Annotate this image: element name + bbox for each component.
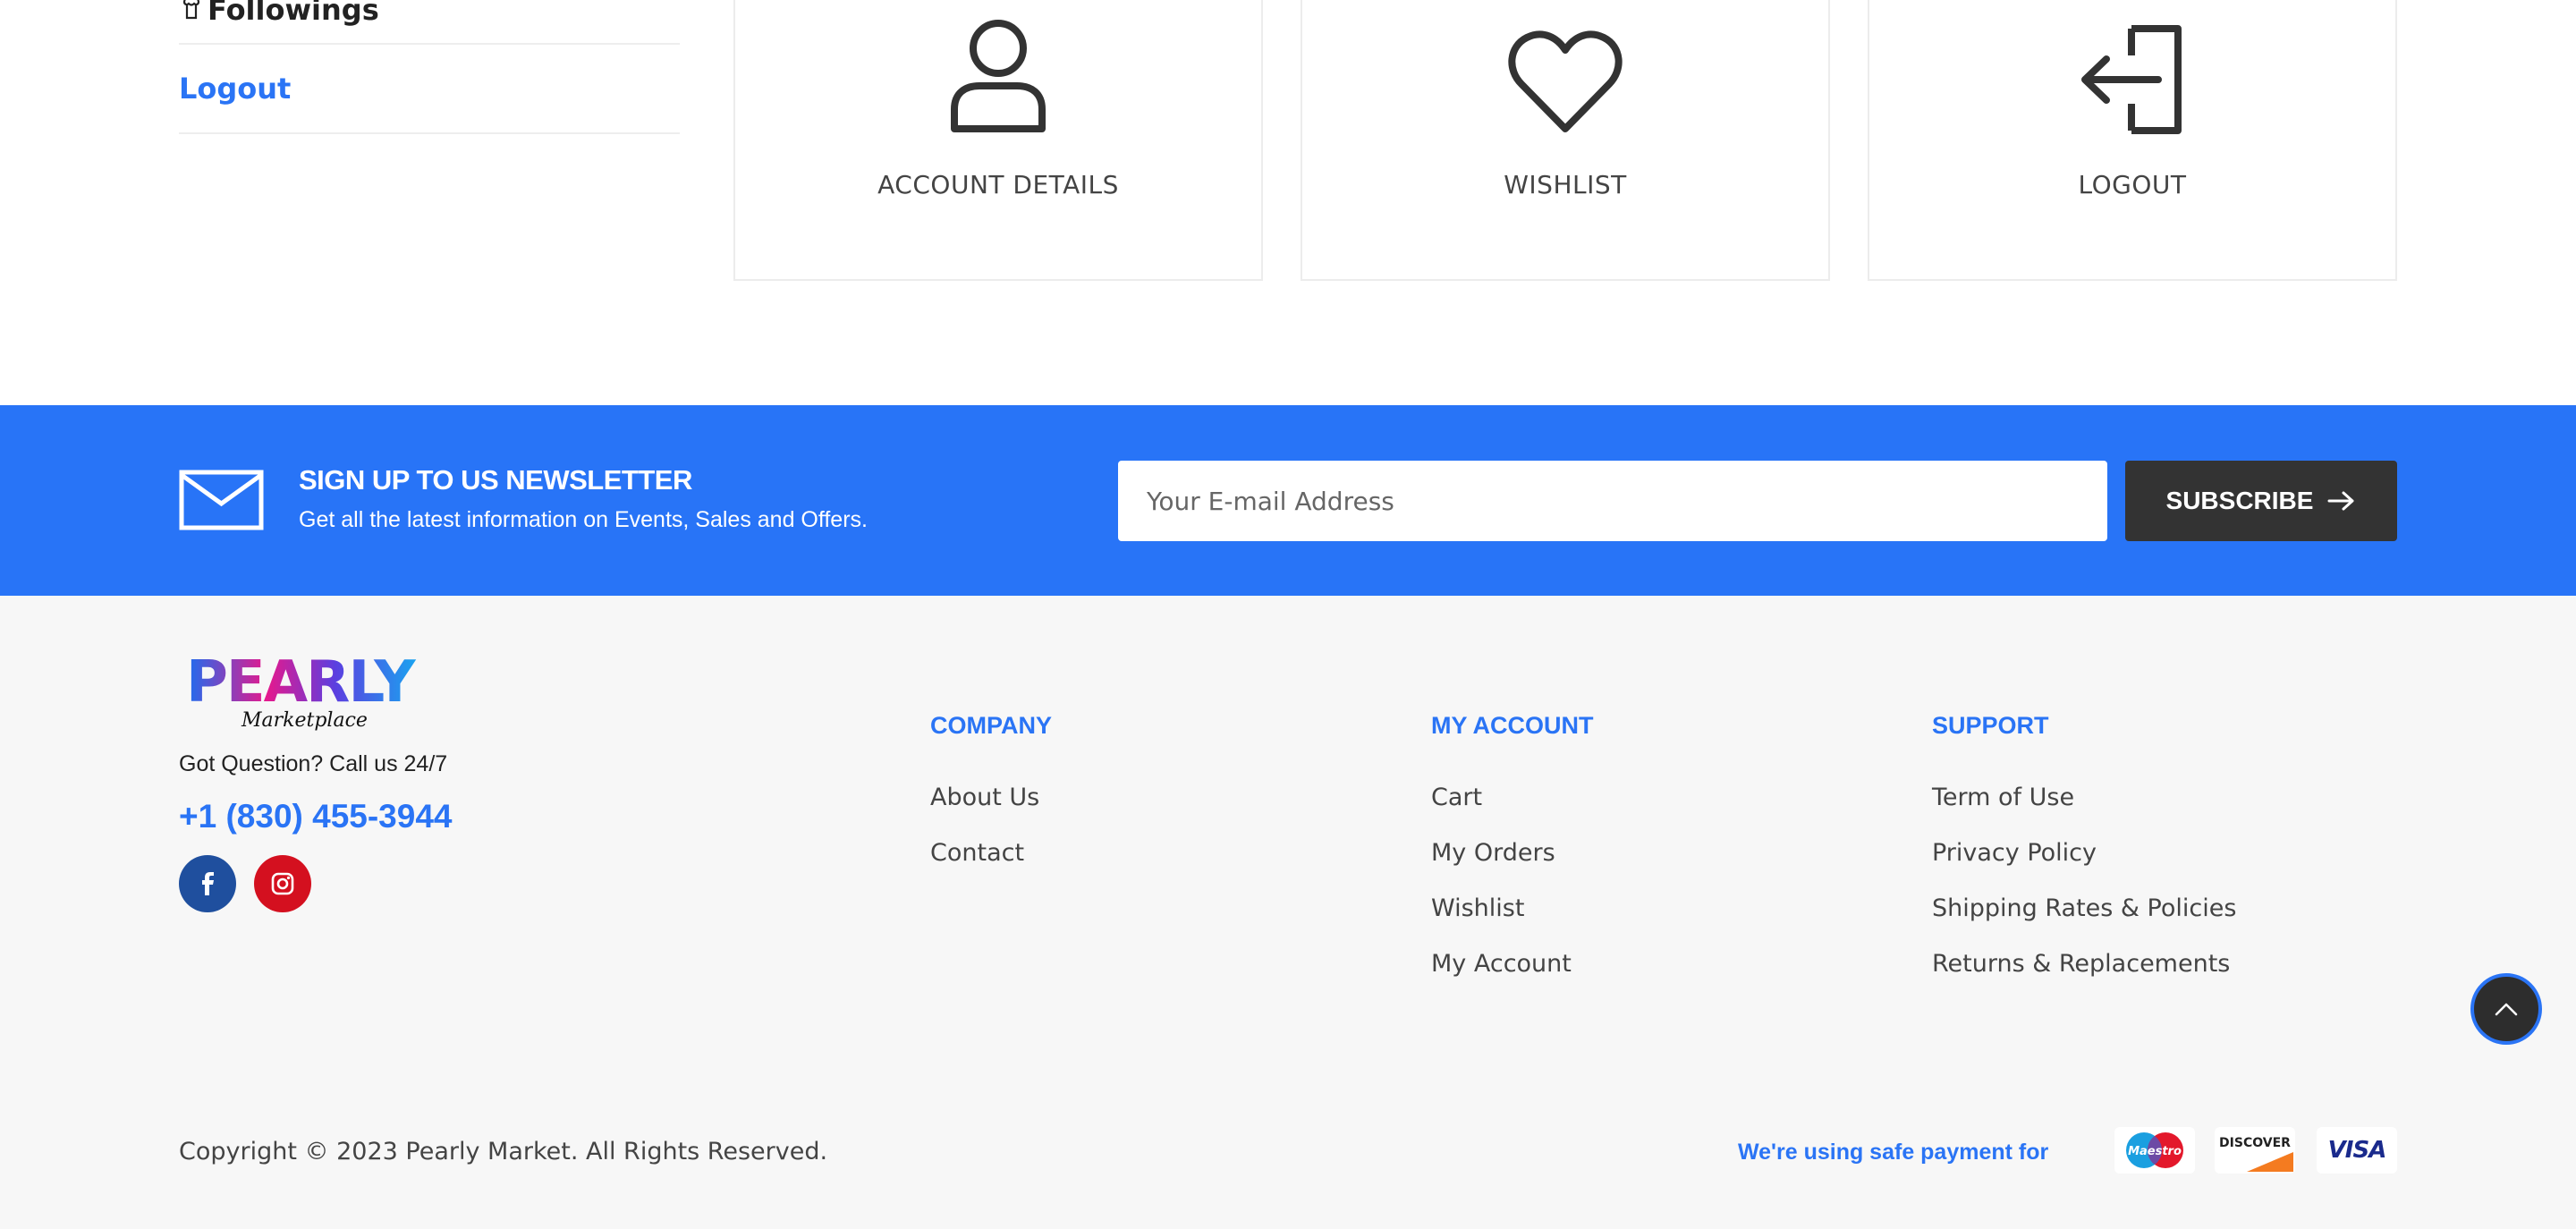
account-side-menu: Followings Logout <box>179 0 680 134</box>
card-label-account-details: ACCOUNT DETAILS <box>877 170 1119 199</box>
logo-script-text: Marketplace <box>241 709 368 732</box>
newsletter-title: SIGN UP TO US NEWSLETTER <box>299 464 692 496</box>
logo-text: PEARLY <box>186 649 416 716</box>
newsletter-banner: SIGN UP TO US NEWSLETTER Get all the lat… <box>0 405 2576 596</box>
footer-link-shipping-rates[interactable]: Shipping Rates & Policies <box>1932 881 2236 937</box>
copyright-text: Copyright © 2023 Pearly Market. All Righ… <box>179 1138 828 1165</box>
logout-icon <box>2081 25 2182 134</box>
visa-payment-badge: VISA <box>2317 1127 2397 1174</box>
footer-link-cart[interactable]: Cart <box>1431 770 1594 826</box>
arrow-right-icon <box>2327 491 2354 511</box>
footer-column-support: SUPPORT Term of Use Privacy Policy Shipp… <box>1932 712 2236 1010</box>
support-question: Got Question? Call us 24/7 <box>179 751 448 776</box>
heart-icon <box>1508 30 1623 132</box>
safe-payment-text: We're using safe payment for <box>1738 1140 2049 1165</box>
footer-link-privacy-policy[interactable]: Privacy Policy <box>1932 826 2236 881</box>
footer-column-my-account: MY ACCOUNT Cart My Orders Wishlist My Ac… <box>1431 712 1594 1010</box>
footer-column-title: COMPANY <box>930 712 1053 739</box>
footer-link-my-account[interactable]: My Account <box>1431 937 1594 992</box>
maestro-payment-badge: Maestro <box>2114 1127 2195 1174</box>
subscribe-button[interactable]: SUBSCRIBE <box>2125 461 2397 541</box>
support-phone[interactable]: +1 (830) 455-3944 <box>179 798 453 835</box>
card-label-logout: LOGOUT <box>2078 170 2187 199</box>
footer-link-my-orders[interactable]: My Orders <box>1431 826 1594 881</box>
footer-link-about-us[interactable]: About Us <box>930 770 1052 826</box>
chevron-up-icon <box>2495 1003 2518 1016</box>
side-menu-item-logout[interactable]: Logout <box>179 45 680 134</box>
discover-logo-icon: DISCOVER <box>2219 1136 2293 1172</box>
footer-column-company: COMPANY About Us Contact <box>930 712 1052 899</box>
card-label-wishlist: WISHLIST <box>1504 170 1627 199</box>
subscribe-button-label: SUBSCRIBE <box>2165 487 2314 514</box>
instagram-button[interactable] <box>254 855 311 912</box>
pearly-logo[interactable]: PEARLY Marketplace <box>179 646 438 735</box>
card-wishlist[interactable]: WISHLIST <box>1301 0 1830 281</box>
footer-link-term-of-use[interactable]: Term of Use <box>1932 770 2236 826</box>
discover-payment-badge: DISCOVER <box>2215 1127 2295 1174</box>
card-account-details[interactable]: ACCOUNT DETAILS <box>733 0 1263 281</box>
card-logout[interactable]: LOGOUT <box>1868 0 2397 281</box>
maestro-logo-icon: Maestro <box>2126 1132 2183 1168</box>
site-footer: PEARLY Marketplace Got Question? Call us… <box>0 596 2576 1229</box>
side-menu-label-logout: Logout <box>179 72 292 106</box>
side-menu-item-followings[interactable]: Followings <box>179 0 680 45</box>
footer-link-returns[interactable]: Returns & Replacements <box>1932 937 2236 992</box>
newsletter-email-input[interactable] <box>1118 461 2107 541</box>
discover-label: DISCOVER <box>2219 1136 2291 1150</box>
facebook-button[interactable] <box>179 855 236 912</box>
footer-column-title: MY ACCOUNT <box>1431 712 1594 739</box>
envelope-icon <box>179 470 264 530</box>
shop-icon <box>182 0 200 20</box>
facebook-icon <box>202 872 214 895</box>
account-area: Followings Logout ACCOUNT DETAILS WISHLI… <box>0 0 2576 405</box>
side-menu-label-followings: Followings <box>208 0 379 27</box>
scroll-to-top-button[interactable] <box>2470 973 2542 1045</box>
footer-column-title: SUPPORT <box>1932 712 2049 739</box>
newsletter-subtitle: Get all the latest information on Events… <box>299 507 868 532</box>
visa-label: VISA <box>2327 1137 2387 1164</box>
footer-link-wishlist[interactable]: Wishlist <box>1431 881 1594 937</box>
user-icon <box>951 20 1046 132</box>
instagram-icon <box>271 872 294 895</box>
maestro-label: Maestro <box>2128 1145 2182 1158</box>
footer-link-contact[interactable]: Contact <box>930 826 1052 881</box>
dashboard-cards: ACCOUNT DETAILS WISHLIST LOGOUT <box>733 0 2397 281</box>
